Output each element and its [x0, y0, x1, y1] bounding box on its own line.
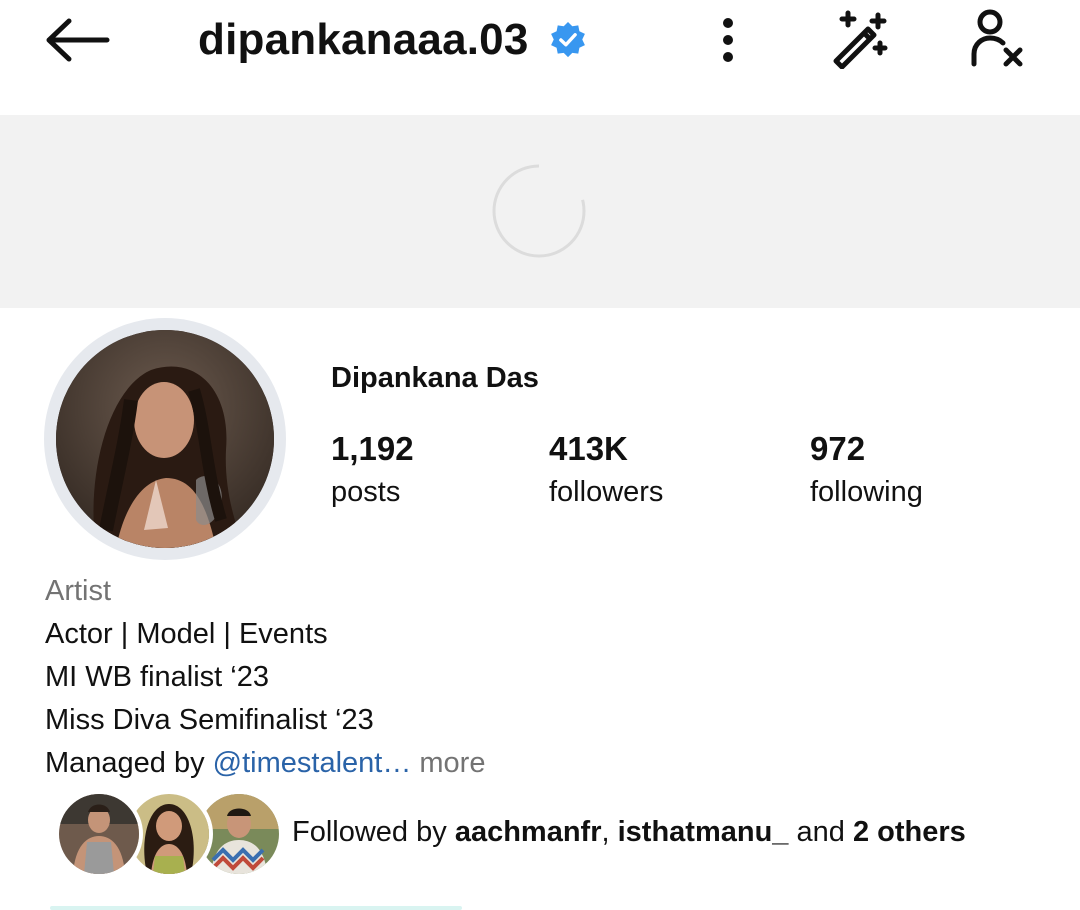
- followed-separator: ,: [601, 816, 618, 848]
- top-bar: dipankanaaa.03: [0, 0, 1080, 115]
- verified-badge-icon: [549, 21, 587, 59]
- more-vertical-icon: [723, 18, 733, 62]
- bio-line-3: Miss Diva Semifinalist ‘23: [45, 704, 374, 736]
- magic-wand-icon: [833, 10, 888, 69]
- bio-line-1: Actor | Model | Events: [45, 618, 328, 650]
- username: dipankanaaa.03: [198, 15, 529, 64]
- magic-wand-button[interactable]: [826, 6, 894, 72]
- more-options-button[interactable]: [706, 10, 750, 70]
- follow-button-edge[interactable]: [50, 906, 462, 910]
- back-button[interactable]: [40, 10, 116, 70]
- followed-prefix: Followed by: [292, 816, 455, 848]
- profile-avatar-ring[interactable]: [44, 318, 286, 560]
- followed-and: and: [788, 816, 853, 848]
- followers-label: followers: [549, 476, 664, 508]
- posts-count: 1,192: [331, 430, 414, 467]
- stat-posts[interactable]: 1,192 posts: [331, 428, 414, 514]
- mutual-user-1[interactable]: aachmanfr: [455, 816, 602, 848]
- managed-mention-link[interactable]: @timestalent…: [213, 747, 412, 779]
- posts-label: posts: [331, 476, 401, 508]
- managed-prefix: Managed by: [45, 747, 213, 779]
- bio-more-button[interactable]: more: [411, 747, 485, 779]
- loading-spinner-icon: [492, 163, 586, 258]
- bio-line-2: MI WB finalist ‘23: [45, 661, 269, 693]
- unfollow-user-icon: [971, 9, 1023, 67]
- followed-by-row[interactable]: Followed by aachmanfr, isthatmanu_ and 2…: [55, 788, 1035, 880]
- followed-by-text: Followed by aachmanfr, isthatmanu_ and 2…: [292, 816, 966, 849]
- followers-count: 413K: [549, 430, 628, 467]
- bio-managed-line: Managed by @timestalent… more: [45, 742, 1025, 785]
- bio-category: Artist: [45, 575, 112, 607]
- profile-avatar[interactable]: [56, 330, 274, 548]
- stat-followers[interactable]: 413K followers: [549, 428, 663, 514]
- unfollow-button[interactable]: [962, 6, 1030, 72]
- cover-placeholder: [0, 115, 1080, 308]
- display-name: Dipankana Das: [331, 362, 539, 394]
- username-header: dipankanaaa.03: [198, 12, 587, 68]
- mutual-avatar-1: [55, 790, 143, 878]
- mutual-user-2[interactable]: isthatmanu_: [618, 816, 789, 848]
- stat-following[interactable]: 972 following: [810, 428, 923, 514]
- bio: Artist Actor | Model | Events MI WB fina…: [45, 570, 1025, 785]
- following-count: 972: [810, 430, 866, 467]
- following-label: following: [810, 476, 923, 508]
- back-arrow-icon: [46, 18, 110, 62]
- mutual-others[interactable]: 2 others: [853, 816, 966, 848]
